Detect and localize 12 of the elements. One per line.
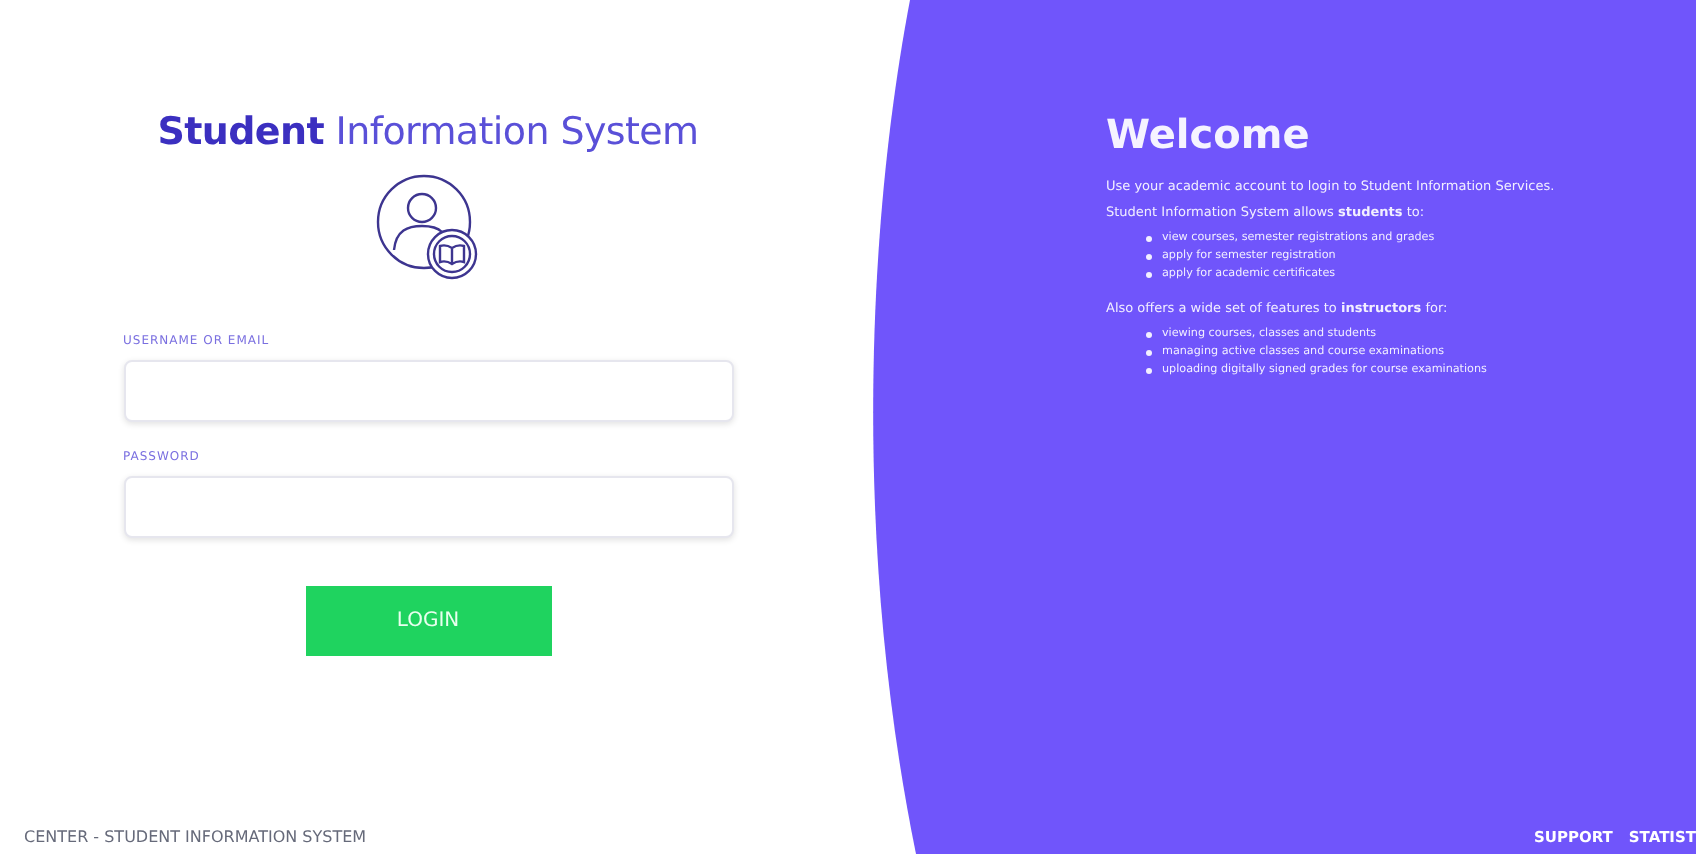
app-title: Student Information System [157,110,699,154]
bullet-icon [1146,332,1152,338]
footer-text: CENTER - STUDENT INFORMATION SYSTEM [24,828,367,846]
bullet-icon [1146,272,1152,278]
bullet-icon [1146,254,1152,260]
input-field[interactable] [123,360,733,422]
bullet-icon [1146,236,1152,242]
student-book-icon [376,174,480,282]
bullet-icon [1146,368,1152,374]
input-field[interactable] [123,476,733,538]
welcome-title: Welcome [1106,110,1312,158]
bullet-icon [1146,350,1152,356]
